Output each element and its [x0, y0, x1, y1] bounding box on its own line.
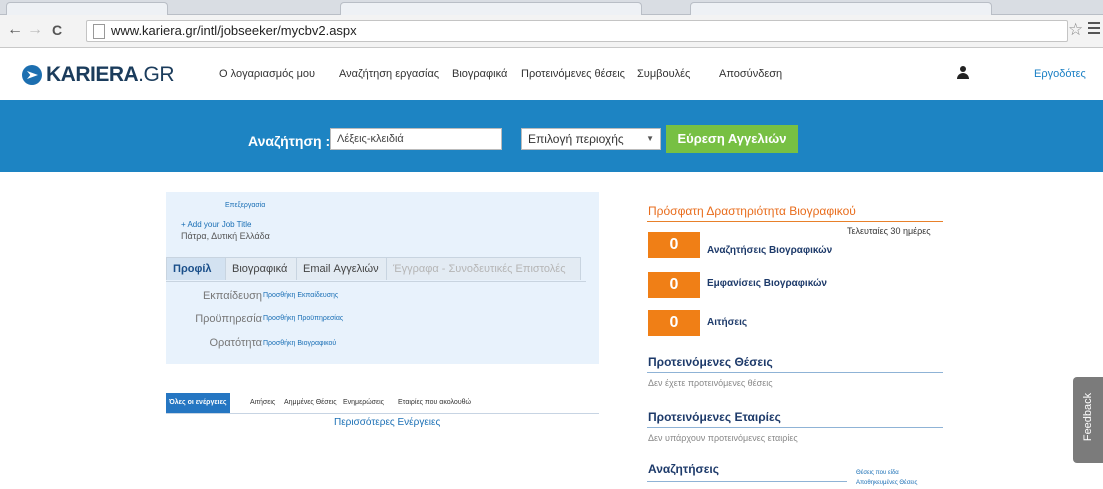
- more-actions-link[interactable]: Περισσότερες Ενέργειες: [334, 417, 440, 428]
- region-select[interactable]: Επιλογή περιοχής ▼: [521, 128, 661, 150]
- browser-tab[interactable]: [690, 2, 992, 15]
- nav-logout[interactable]: Αποσύνδεση: [719, 68, 782, 80]
- bookmark-star-icon[interactable]: ☆: [1068, 20, 1083, 40]
- logo-mark-icon: [22, 65, 42, 85]
- nav-advice[interactable]: Συμβουλές: [637, 68, 690, 80]
- browser-menu-icon[interactable]: [1088, 22, 1100, 37]
- tab-documents[interactable]: Έγγραφα - Συνοδευτικές Επιστολές: [386, 257, 581, 280]
- suggested-jobs-empty: Δεν έχετε προτεινόμενες θέσεις: [648, 378, 773, 388]
- user-icon[interactable]: [957, 66, 969, 80]
- page-icon: [93, 24, 105, 39]
- saved-jobs-link[interactable]: Αποθηκευμένες Θέσεις: [856, 480, 917, 486]
- edit-link[interactable]: Επεξεργασία: [225, 202, 265, 209]
- feedback-tab[interactable]: Feedback: [1073, 377, 1103, 463]
- activity-filter-bar: Όλες οι ενέργειες Αιτήσεις Αημμένες Θέσε…: [166, 393, 599, 414]
- region-select-value: Επιλογή περιοχής: [528, 132, 624, 146]
- profile-tabs: Προφίλ Βιογραφικά Email Αγγελιών Έγγραφα…: [166, 257, 586, 282]
- browser-tab-strip: [0, 0, 1103, 15]
- back-icon[interactable]: ←: [6, 20, 24, 40]
- logo-text: KARIERA: [46, 63, 139, 86]
- divider: [647, 221, 943, 222]
- filter-applications[interactable]: Αιτήσεις: [250, 393, 275, 413]
- education-label: Εκπαίδευση: [202, 290, 262, 302]
- cv-searches-link[interactable]: Αναζητήσεις Βιογραφικών: [707, 245, 832, 256]
- recent-activity-title: Πρόσφατη Δραστηριότητα Βιογραφικού: [648, 204, 856, 218]
- browser-toolbar: ← → C www.kariera.gr/intl/jobseeker/mycb…: [0, 15, 1103, 48]
- applications-count: 0: [648, 310, 700, 336]
- profile-location: Πάτρα, Δυτική Ελλάδα: [181, 231, 270, 241]
- chevron-down-icon: ▼: [646, 134, 654, 143]
- employers-link[interactable]: Εργοδότες: [1034, 68, 1086, 80]
- visibility-label: Ορατότητα: [209, 337, 263, 349]
- nav-suggested-jobs[interactable]: Προτεινόμενες θέσεις: [521, 68, 625, 80]
- nav-job-search[interactable]: Αναζήτηση εργασίας: [339, 68, 439, 80]
- kariera-logo[interactable]: KARIERA.GR: [22, 63, 175, 86]
- forward-icon[interactable]: →: [26, 20, 44, 40]
- add-cv-link[interactable]: Προσθήκη Βιογραφικού: [263, 340, 336, 347]
- filter-all-actions[interactable]: Όλες οι ενέργειες: [166, 393, 230, 413]
- nav-cvs[interactable]: Βιογραφικά: [452, 68, 507, 80]
- cv-views-count: 0: [648, 272, 700, 298]
- tab-profile[interactable]: Προφίλ: [166, 257, 226, 280]
- site-header: KARIERA.GR Ο λογαριασμός μου Αναζήτηση ε…: [0, 48, 1103, 100]
- add-education-link[interactable]: Προσθήκη Εκπαίδευσης: [263, 292, 338, 299]
- keywords-input[interactable]: [330, 128, 502, 150]
- divider: [647, 427, 943, 428]
- suggested-jobs-title: Προτεινόμενες Θέσεις: [648, 355, 773, 369]
- address-bar[interactable]: www.kariera.gr/intl/jobseeker/mycbv2.asp…: [86, 20, 1068, 42]
- divider: [647, 481, 847, 482]
- applications-link[interactable]: Αιτήσεις: [707, 317, 747, 328]
- add-job-title-link[interactable]: + Add your Job Title: [181, 220, 252, 229]
- searches-title: Αναζητήσεις: [648, 462, 720, 476]
- find-jobs-button[interactable]: Εύρεση Αγγελιών: [666, 125, 798, 153]
- cv-views-link[interactable]: Εμφανίσεις Βιογραφικών: [707, 278, 827, 289]
- search-band: Αναζήτηση : Επιλογή περιοχής ▼ Εύρεση Αγ…: [0, 100, 1103, 172]
- browser-tab[interactable]: [340, 2, 642, 15]
- divider: [647, 372, 943, 373]
- last-30-days-label: Τελευταίες 30 ημέρες: [847, 226, 931, 236]
- logo-domain: .GR: [138, 63, 175, 86]
- experience-label: Προϋπηρεσία: [195, 313, 262, 325]
- add-experience-link[interactable]: Προσθήκη Προϋπηρεσίας: [263, 315, 343, 322]
- feedback-label: Feedback: [1082, 392, 1094, 442]
- viewed-jobs-link[interactable]: Θέσεις που είδα: [856, 470, 899, 476]
- nav-my-account[interactable]: Ο λογαριασμός μου: [219, 68, 315, 80]
- browser-tab[interactable]: [6, 2, 168, 15]
- reload-icon[interactable]: C: [48, 20, 66, 40]
- url-text[interactable]: www.kariera.gr/intl/jobseeker/mycbv2.asp…: [111, 23, 357, 38]
- filter-followed-companies[interactable]: Εταιρίες που ακολουθώ: [398, 393, 471, 413]
- search-label: Αναζήτηση :: [248, 133, 331, 149]
- cv-searches-count: 0: [648, 232, 700, 258]
- tab-cvs[interactable]: Βιογραφικά: [225, 257, 297, 280]
- profile-panel: Επεξεργασία + Add your Job Title Πάτρα, …: [166, 192, 599, 364]
- suggested-companies-empty: Δεν υπάρχουν προτεινόμενες εταιρίες: [648, 433, 798, 443]
- filter-saved-jobs[interactable]: Αημμένες Θέσεις: [284, 393, 337, 413]
- filter-updates[interactable]: Ενημερώσεις: [343, 393, 384, 413]
- tab-job-emails[interactable]: Email Αγγελιών: [296, 257, 387, 280]
- suggested-companies-title: Προτεινόμενες Εταιρίες: [648, 410, 781, 424]
